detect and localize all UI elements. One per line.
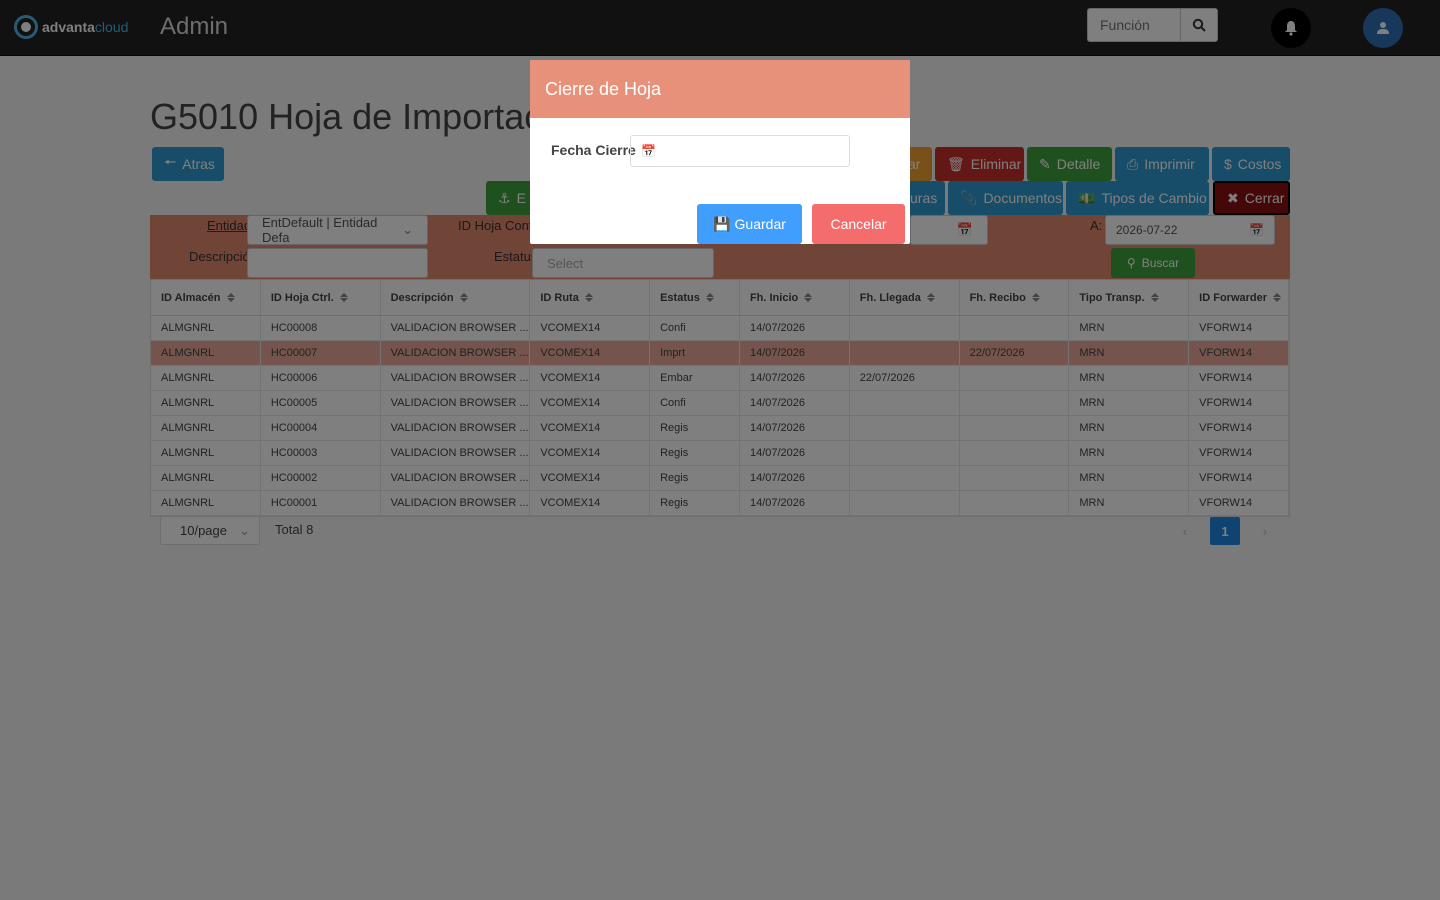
cancel-label: Cancelar [830,216,887,232]
save-button[interactable]: 💾 Guardar [697,204,802,244]
cancel-button[interactable]: Cancelar [812,204,905,244]
close-sheet-dialog: Cierre de Hoja Fecha Cierre 📅 💾 Guardar C… [530,60,910,244]
close-date-label: Fecha Cierre [551,142,636,158]
dialog-header: Cierre de Hoja [530,60,910,118]
save-icon: 💾 [713,215,731,232]
save-label: Guardar [734,216,786,232]
close-date-input[interactable]: 📅 [630,135,850,167]
dialog-title: Cierre de Hoja [545,78,662,99]
calendar-icon: 📅 [641,144,656,158]
